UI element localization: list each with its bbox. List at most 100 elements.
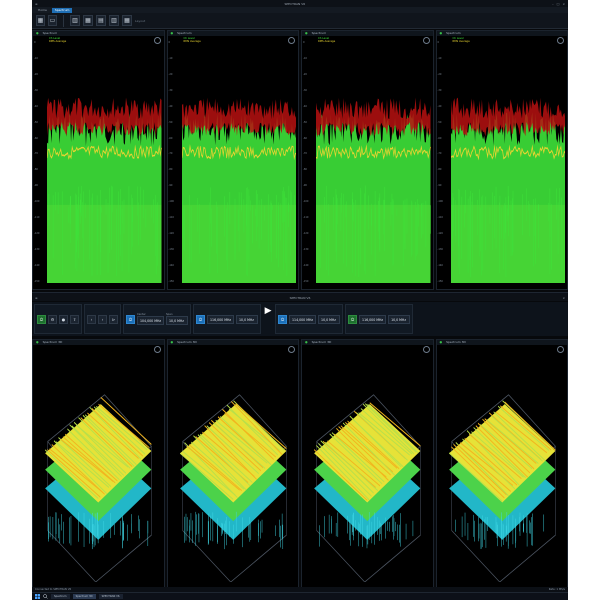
single-view-icon[interactable]: ▭	[48, 15, 57, 26]
center-freq-input-4[interactable]: 116,000 MHz	[359, 314, 387, 324]
panel-tab[interactable]: ● Spectrum	[33, 31, 164, 36]
title-bar: ≡ SPECTRAN V6 ×	[32, 294, 568, 301]
panel-tab[interactable]: ● Spectrum 3D	[302, 340, 433, 345]
spectrum-plot[interactable]	[47, 39, 162, 283]
waterfall-3d	[313, 394, 421, 582]
y-tick-label: -50	[303, 120, 307, 124]
next-icon[interactable]: ›	[98, 314, 107, 324]
layout-2x1-icon[interactable]: ▥	[70, 15, 80, 26]
device-4-power-button[interactable]: ⏻	[348, 314, 358, 324]
panel-tab[interactable]: ● Spectrum 3D	[167, 340, 298, 345]
layout-2x2-icon[interactable]: ▦	[83, 15, 93, 26]
menu-tab-spectrum[interactable]: Spectrum	[51, 7, 73, 13]
status-dot-icon: ●	[36, 31, 39, 35]
nav-buttons: ‹ › ⊳	[84, 304, 121, 334]
spectrum-panel[interactable]: ● Spectrum 0 -10 -20 -30 -40 -50 -60 -70 -80 -90 -…	[32, 30, 165, 290]
y-tick-label: -90	[437, 184, 442, 188]
panel-tab[interactable]: ● Spectrum	[436, 31, 567, 36]
spectrum-panel[interactable]: ● Spectrum 0 -10 -20 -30 -40 -50 -60 -70 -80 -90 -…	[435, 30, 568, 290]
power-button[interactable]: ⏻	[37, 314, 46, 324]
waterfall-3d-plot[interactable]	[304, 348, 431, 582]
panel-tab[interactable]: ● Spectrum 3D	[436, 340, 567, 345]
layout-3-icon[interactable]: ▤	[96, 15, 106, 26]
app-menu-icon[interactable]: ≡	[35, 296, 38, 300]
taskbar-app[interactable]: Spectrum 3D	[72, 594, 96, 599]
spectrum-3d-panel[interactable]: ● Spectrum 3D	[435, 339, 568, 589]
device-3-power-button[interactable]: ⏻	[278, 314, 288, 324]
status-dot-icon: ●	[305, 340, 308, 344]
spectrum-plot[interactable]	[181, 39, 296, 283]
taskbar-app[interactable]: SPECTRAN V6	[98, 594, 123, 599]
y-tick-label: -20	[34, 72, 38, 76]
y-tick-label: 0	[303, 41, 305, 44]
waterfall-3d-plot[interactable]	[439, 348, 566, 582]
spectrum-3d-panel[interactable]: ● Spectrum 3D	[301, 339, 434, 589]
layout-4-icon[interactable]: ▥	[109, 15, 119, 26]
panel-tab[interactable]: ● Spectrum 3D	[33, 340, 164, 345]
spectrum-3d-panel[interactable]: ● Spectrum 3D	[32, 339, 165, 589]
record-button[interactable]: ●	[59, 314, 68, 324]
y-tick-label: -60	[437, 136, 442, 140]
close-icon[interactable]: ×	[562, 296, 565, 300]
status-dot-icon: ●	[439, 340, 443, 344]
title-bar: ≡ SPECTRAN V6 – □ ×	[32, 0, 568, 7]
windows-start-icon[interactable]	[35, 594, 40, 599]
y-tick-label: -30	[168, 88, 173, 92]
app-menu-icon[interactable]: ≡	[35, 2, 38, 6]
y-tick-label: -110	[303, 216, 309, 220]
y-tick-label: -40	[168, 104, 173, 108]
export-button[interactable]: ⇪	[70, 314, 79, 324]
spectrum-plot[interactable]	[316, 39, 431, 283]
grid-view-icon[interactable]: ▦	[36, 15, 45, 26]
span-input-4[interactable]: 10,0 MHz	[388, 314, 411, 324]
spectrum-panel[interactable]: ● Spectrum 0 -10 -20 -30 -40 -50 -60 -70 -80 -90 -…	[166, 30, 299, 290]
y-tick-label: -150	[303, 279, 309, 283]
y-tick-label: -40	[437, 104, 442, 108]
y-tick-label: -150	[437, 279, 443, 283]
center-freq-input-1[interactable]: 104,000 MHz	[137, 316, 165, 325]
play-button[interactable]: ▶	[263, 304, 273, 318]
y-tick-label: -130	[34, 247, 40, 251]
taskbar-app[interactable]: Spectrum	[51, 594, 70, 599]
y-tick-label: -20	[303, 72, 307, 76]
device-2-controls: ⏻ 116,000 MHz 10,0 MHz	[193, 304, 262, 334]
spectrum-3d-panel[interactable]: ● Spectrum 3D	[166, 339, 299, 589]
waterfall-3d	[179, 394, 287, 582]
span-input-1[interactable]: 10,0 MHz	[166, 316, 189, 325]
device-2-power-button[interactable]: ⏻	[196, 314, 206, 324]
y-tick-label: -30	[34, 88, 38, 92]
search-icon[interactable]	[43, 594, 48, 599]
y-tick-label: -90	[303, 184, 307, 188]
legend-item: RMS Average	[183, 40, 201, 44]
layout-6-icon[interactable]: ▦	[122, 15, 132, 26]
menu-tab-home[interactable]: Home	[35, 8, 50, 13]
center-freq-input-3[interactable]: 114,000 MHz	[289, 314, 317, 324]
y-axis-ticks: 0 -10 -20 -30 -40 -50 -60 -70 -80 -90 -100 -110 -120…	[169, 41, 181, 283]
spectrum-trace	[316, 97, 431, 283]
waterfall-3d-plot[interactable]	[170, 348, 297, 582]
y-tick-label: -100	[168, 200, 174, 204]
panel-tab[interactable]: ● Spectrum	[302, 31, 433, 36]
maximize-icon[interactable]: □	[557, 2, 560, 6]
spectrum-plot[interactable]	[450, 39, 565, 283]
close-icon[interactable]: ×	[562, 2, 565, 6]
waterfall-3d-plot[interactable]	[35, 348, 162, 582]
mode-buttons: ⏻ ⚙ ● ⇪	[34, 304, 82, 334]
y-tick-label: -140	[303, 263, 309, 267]
span-input-3[interactable]: 10,0 MHz	[318, 314, 341, 324]
span-input-2[interactable]: 10,0 MHz	[236, 314, 259, 324]
spectrum-panel[interactable]: ● Spectrum 0 -10 -20 -30 -40 -50 -60 -70 -80 -90 -…	[301, 30, 434, 290]
waterfall-3d	[448, 394, 556, 582]
panel-tab[interactable]: ● Spectrum	[167, 31, 298, 36]
marker-icon[interactable]: ⊳	[109, 314, 118, 324]
y-tick-label: -90	[34, 184, 38, 188]
y-tick-label: -150	[34, 279, 40, 283]
minimize-icon[interactable]: –	[552, 2, 554, 6]
trace-legend: Ch Level RMS Average	[318, 37, 335, 43]
device-1-power-button[interactable]: ⏻	[126, 314, 135, 324]
top-window: ≡ SPECTRAN V6 – □ × Home Spectrum ▦ ▭ ▥ …	[32, 0, 568, 300]
spectrum-trace	[450, 97, 565, 283]
settings-button[interactable]: ⚙	[48, 314, 57, 324]
prev-icon[interactable]: ‹	[87, 314, 96, 324]
center-freq-input-2[interactable]: 116,000 MHz	[207, 314, 235, 324]
